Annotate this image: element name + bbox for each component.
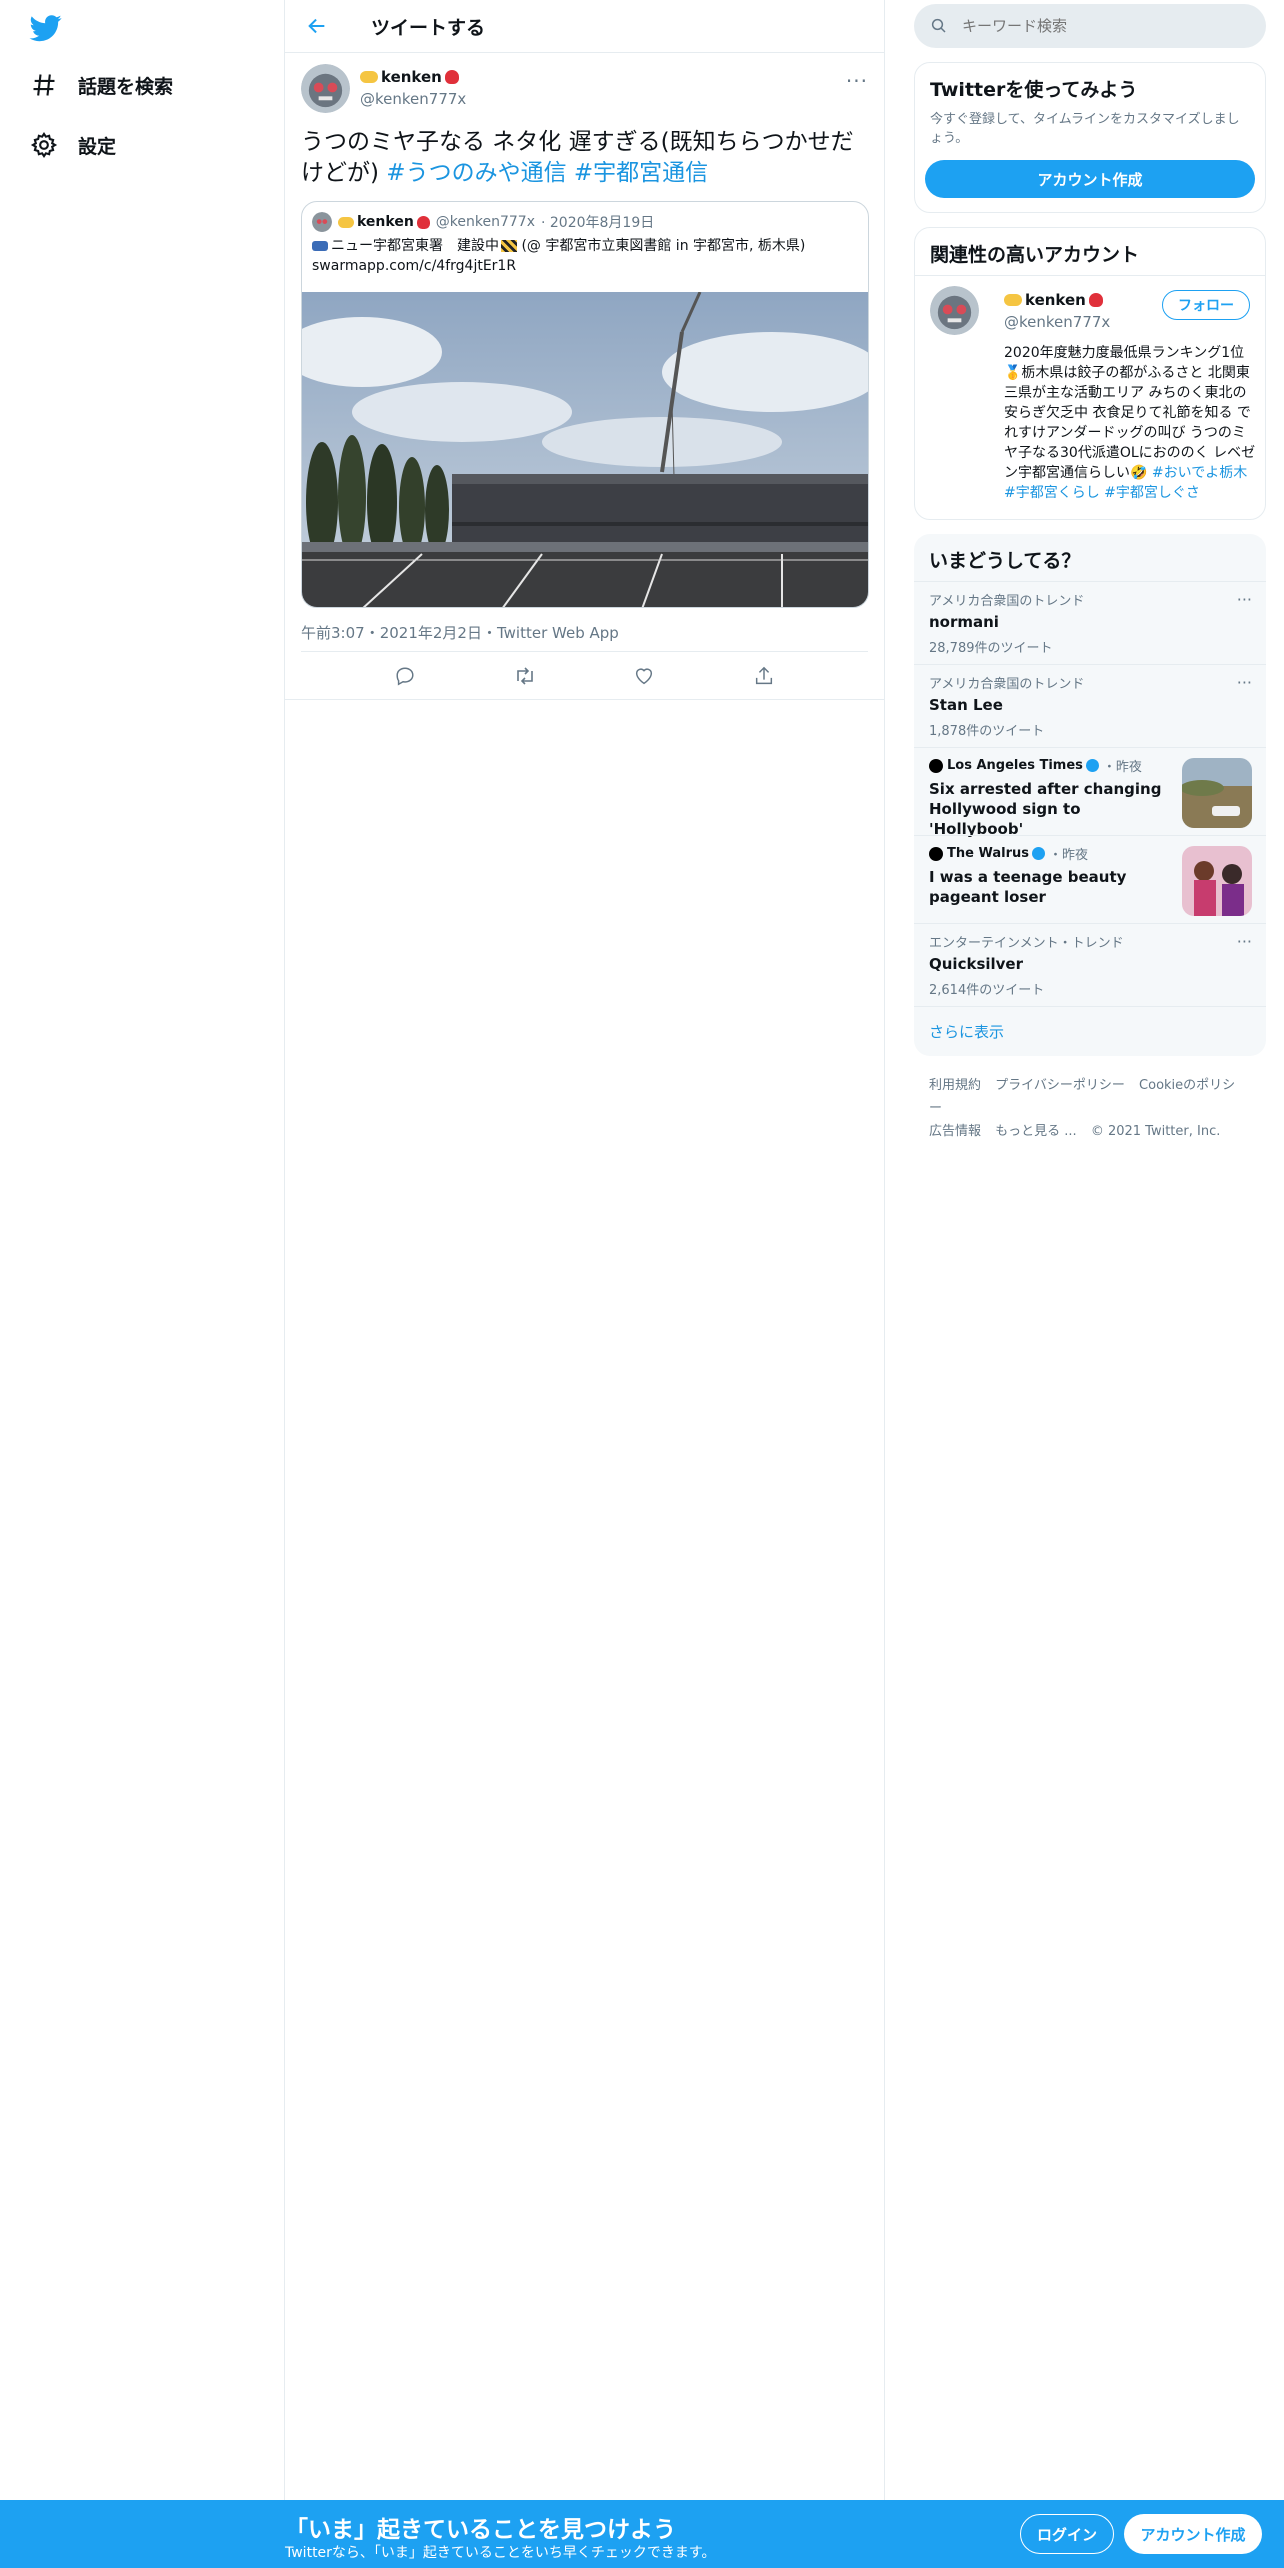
news-thumbnail — [1182, 846, 1252, 916]
quote-display-name: kenken — [338, 214, 430, 230]
construction-icon — [501, 240, 517, 252]
signup-card-subtitle: 今すぐ登録して、タイムラインをカスタマイズしましょう。 — [930, 112, 1240, 146]
page-title: ツイートする — [371, 16, 486, 39]
hashtag-link[interactable]: #宇都宮通信 — [574, 160, 708, 186]
la-times-logo-icon — [929, 758, 943, 773]
quote-date: · 2020年8月19日 — [541, 215, 655, 231]
nav-settings-label: 設定 — [78, 135, 117, 158]
trend-item[interactable]: エンターテインメント・トレンド Quicksilver 2,614件のツイート … — [914, 923, 1266, 1006]
hand-wave-icon — [360, 71, 378, 83]
relevant-accounts-title: 関連性の高いアカウント — [930, 244, 1140, 266]
hand-wave-icon — [1004, 293, 1022, 306]
trends-card: いまどうしてる？ アメリカ合衆国のトレンド normani 28,789件のツイ… — [914, 534, 1266, 1056]
police-car-icon — [312, 241, 328, 251]
account-display-name[interactable]: kenken — [1004, 291, 1110, 309]
gear-icon — [30, 132, 58, 158]
account-bio: 2020年度魅力度最低県ランキング1位🥇栃木県は餃子の都がふるさと 北関東三県が… — [1004, 345, 1256, 501]
quote-photo[interactable] — [302, 291, 868, 607]
ads-info-link[interactable]: 広告情報 — [929, 1124, 981, 1139]
share-icon — [756, 666, 773, 684]
tweet-detail: kenken @kenken777x ··· うつのミヤ子なる ネタ化 遅すぎる… — [285, 53, 884, 700]
left-navigation: 話題を検索 設定 — [0, 0, 285, 2500]
tweet-author[interactable]: kenken @kenken777x — [301, 63, 868, 113]
signup-card: Twitterを使ってみよう 今すぐ登録して、タイムラインをカスタマイズしましょ… — [914, 62, 1266, 213]
hand-wave-icon — [338, 216, 354, 228]
search-icon — [931, 18, 946, 33]
main-column: ツイートする kenken @kenken777x ··· うつのミヤ子なる ネ… — [285, 0, 885, 2500]
login-button[interactable]: ログイン — [1020, 2514, 1114, 2554]
arrow-left-icon — [308, 18, 325, 34]
boxing-glove-icon — [444, 70, 459, 84]
copyright: © 2021 Twitter, Inc. — [1090, 1124, 1221, 1139]
quote-link: swarmapp.com/c/4frg4jtEr1R — [312, 258, 517, 274]
signup-card-title: Twitterを使ってみよう — [930, 79, 1138, 101]
more-link[interactable]: もっと見る ... — [995, 1124, 1077, 1139]
avatar[interactable] — [930, 286, 979, 335]
trend-item[interactable]: アメリカ合衆国のトレンド Stan Lee 1,878件のツイート ··· — [914, 664, 1266, 747]
more-options-icon[interactable]: ··· — [1237, 590, 1252, 609]
trends-title: いまどうしてる？ — [929, 550, 1081, 572]
quote-handle: @kenken777x — [435, 214, 535, 230]
account-handle[interactable]: @kenken777x — [1004, 313, 1110, 331]
trend-item[interactable]: アメリカ合衆国のトレンド normani 28,789件のツイート ··· — [914, 581, 1266, 664]
footer-links: 利用規約 プライバシーポリシー Cookieのポリシー 広告情報 もっと見る .… — [914, 1074, 1266, 1143]
nav-explore-label: 話題を検索 — [78, 75, 174, 98]
back-button[interactable] — [303, 12, 331, 40]
bottom-bar-title: 「いま」起きていることを見つけよう — [285, 2517, 676, 2543]
quoted-tweet[interactable]: kenken @kenken777x · 2020年8月19日 ニュー宇都宮東署… — [301, 201, 869, 608]
reply-button[interactable] — [387, 658, 423, 694]
avatar[interactable] — [301, 63, 350, 113]
author-handle[interactable]: @kenken777x — [360, 90, 466, 108]
quote-text: ニュー宇都宮東署 建設中 (@ 宇都宮市立東図書館 in 宇都宮市, 栃木県) … — [302, 232, 868, 276]
more-options-icon[interactable]: ··· — [1237, 673, 1252, 692]
tweet-source[interactable]: Twitter Web App — [497, 624, 619, 642]
nav-explore[interactable]: 話題を検索 — [30, 63, 173, 107]
bottom-bar-subtitle: Twitterなら、「いま」起きていることをいち早くチェックできます。 — [285, 2545, 716, 2561]
create-account-button[interactable]: アカウント作成 — [925, 160, 1255, 198]
relevant-accounts-card: 関連性の高いアカウント kenken @kenken777x フォロー 2020… — [914, 227, 1266, 520]
like-button[interactable] — [626, 658, 662, 694]
news-item[interactable]: Los Angeles Times ・昨夜 Six arrested after… — [914, 747, 1266, 838]
follow-button[interactable]: フォロー — [1162, 290, 1250, 320]
avatar — [312, 212, 332, 232]
boxing-glove-icon — [1088, 292, 1103, 307]
verified-badge-icon — [1085, 759, 1099, 772]
tweet-meta: 午前3:07 ・ 2021年2月2日 ・ Twitter Web App — [301, 622, 868, 652]
news-item[interactable]: The Walrus ・昨夜 I was a teenage beauty pa… — [914, 835, 1266, 923]
search-box[interactable] — [914, 4, 1266, 48]
privacy-link[interactable]: プライバシーポリシー — [995, 1078, 1125, 1093]
author-display-name[interactable]: kenken — [360, 68, 466, 86]
nav-settings[interactable]: 設定 — [30, 123, 116, 167]
tweet-time[interactable]: 午前3:07 — [301, 622, 365, 643]
show-more-link[interactable]: さらに表示 — [914, 1006, 1266, 1056]
bottom-signup-button[interactable]: アカウント作成 — [1124, 2514, 1262, 2554]
bottom-signup-bar: 「いま」起きていることを見つけよう Twitterなら、「いま」起きていることを… — [0, 2500, 1284, 2568]
boxing-glove-icon — [416, 215, 430, 229]
main-header: ツイートする — [285, 0, 884, 53]
verified-badge-icon — [1031, 847, 1045, 860]
terms-link[interactable]: 利用規約 — [929, 1078, 981, 1093]
hashtag-link[interactable]: #うつのみや通信 — [386, 160, 566, 186]
hashtag-icon — [33, 74, 55, 96]
tweet-text: うつのミヤ子なる ネタ化 遅すぎる(既知ちらつかせだけどが) #うつのみや通信 … — [301, 129, 854, 186]
more-options-icon[interactable]: ··· — [846, 69, 868, 93]
more-options-icon[interactable]: ··· — [1237, 932, 1252, 951]
retweet-icon — [516, 666, 533, 685]
tweet-actions — [285, 652, 884, 700]
share-button[interactable] — [746, 658, 782, 694]
heart-icon — [636, 667, 653, 684]
quote-header: kenken @kenken777x · 2020年8月19日 — [302, 202, 868, 232]
news-thumbnail — [1182, 758, 1252, 828]
account-item[interactable]: kenken @kenken777x フォロー 2020年度魅力度最低県ランキン… — [915, 275, 1265, 519]
walrus-logo-icon — [929, 846, 943, 861]
right-sidebar: Twitterを使ってみよう 今すぐ登録して、タイムラインをカスタマイズしましょ… — [914, 0, 1266, 1143]
reply-icon — [396, 666, 414, 686]
search-input[interactable] — [962, 17, 1242, 35]
retweet-button[interactable] — [507, 658, 543, 694]
twitter-bird-icon[interactable] — [28, 12, 64, 44]
tweet-date[interactable]: 2021年2月2日 — [380, 622, 482, 643]
